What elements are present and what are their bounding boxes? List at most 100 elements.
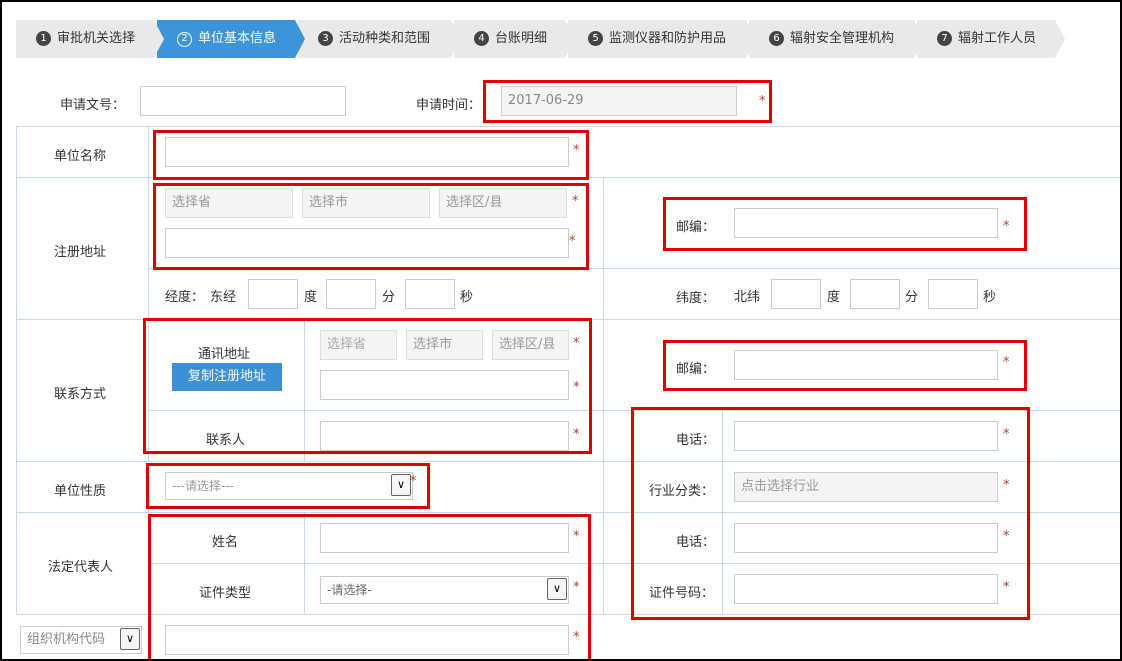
step-number-icon: 5 [588, 31, 603, 46]
reg-address-detail-input[interactable] [165, 228, 569, 258]
tab-step-7[interactable]: 7 辐射工作人员 [917, 20, 1065, 58]
required-mark: * [410, 474, 417, 489]
tab-label: 辐射工作人员 [958, 31, 1037, 46]
tab-step-1[interactable]: 1 审批机关选择 [16, 20, 164, 58]
tab-label: 审批机关选择 [57, 31, 136, 46]
tab-step-3[interactable]: 3 活动种类和范围 [298, 20, 461, 58]
legal-phone-label: 电话： [676, 535, 716, 550]
industry-label: 行业分类： [649, 484, 715, 499]
chevron-down-icon: ∨ [120, 628, 140, 650]
second-unit: 秒 [460, 290, 474, 305]
industry-input[interactable]: 点击选择行业 [734, 472, 998, 502]
mail-city-select[interactable]: 选择市 [406, 330, 483, 360]
required-mark: * [1003, 427, 1010, 442]
grid-line [16, 461, 1120, 462]
required-mark: * [573, 336, 580, 351]
mail-postcode-label: 邮编： [676, 362, 716, 377]
unit-nature-select[interactable]: ---请选择--- ∨ [165, 472, 413, 500]
tab-label: 单位基本信息 [198, 31, 277, 46]
apply-time-input[interactable]: 2017-06-29 [501, 86, 737, 116]
latitude-second-input[interactable] [928, 279, 978, 309]
required-mark: * [569, 234, 576, 249]
minute-unit: 分 [382, 290, 396, 305]
legal-rep-label: 法定代表人 [48, 560, 114, 575]
grid-line [16, 126, 17, 614]
latitude-minute-input[interactable] [850, 279, 900, 309]
contact-person-input[interactable] [320, 421, 569, 451]
id-no-label: 证件号码： [649, 586, 715, 601]
grid-line [148, 268, 1120, 269]
tab-step-6[interactable]: 6 辐射安全管理机构 [749, 20, 924, 58]
degree-unit: 度 [304, 290, 318, 305]
required-mark: * [573, 143, 580, 158]
contact-person-label: 联系人 [206, 433, 246, 448]
legal-name-input[interactable] [320, 523, 569, 553]
required-mark: * [1003, 529, 1010, 544]
reg-postcode-input[interactable] [734, 208, 998, 238]
required-mark: * [573, 580, 580, 595]
longitude-degree-input[interactable] [248, 279, 298, 309]
required-mark: * [573, 529, 580, 544]
step-number-icon: 3 [318, 31, 333, 46]
copy-reg-address-button[interactable]: 复制注册地址 [172, 363, 282, 391]
doc-no-label: 申请文号： [60, 98, 126, 113]
legal-phone-input[interactable] [734, 523, 998, 553]
contact-phone-label: 电话： [676, 433, 716, 448]
step-number-icon: 1 [36, 31, 51, 46]
id-type-label: 证件类型 [199, 586, 252, 601]
id-no-input[interactable] [734, 574, 998, 604]
unit-name-input[interactable] [165, 137, 569, 167]
required-mark: * [759, 94, 766, 109]
grid-line [603, 177, 604, 614]
org-code-type-select[interactable]: 组织机构代码 ∨ [20, 626, 142, 654]
longitude-minute-input[interactable] [326, 279, 376, 309]
id-type-select[interactable]: -请选择- ∨ [320, 576, 569, 604]
org-code-type-value: 组织机构代码 [27, 632, 106, 647]
chevron-down-icon: ∨ [547, 578, 567, 600]
step-number-icon: 6 [769, 31, 784, 46]
required-mark: * [572, 194, 579, 209]
required-mark: * [1003, 580, 1010, 595]
longitude-direction: 东经 [210, 290, 237, 305]
apply-time-label: 申请时间： [416, 98, 482, 113]
grid-line [16, 614, 1120, 615]
reg-postcode-label: 邮编： [676, 220, 716, 235]
mail-province-select[interactable]: 选择省 [320, 330, 397, 360]
contact-phone-input[interactable] [734, 421, 998, 451]
chevron-down-icon: ∨ [391, 474, 411, 496]
longitude-second-input[interactable] [405, 279, 455, 309]
required-mark: * [573, 630, 580, 645]
required-mark: * [573, 427, 580, 442]
required-mark: * [1003, 355, 1010, 370]
minute-unit: 分 [905, 290, 919, 305]
unit-nature-label: 单位性质 [54, 484, 107, 499]
reg-district-select[interactable]: 选择区/县 [439, 188, 567, 218]
grid-line [722, 410, 723, 614]
unit-nature-value: ---请选择--- [172, 479, 234, 493]
latitude-label: 纬度： [676, 291, 716, 306]
contact-section-label: 联系方式 [54, 387, 107, 402]
grid-line [148, 126, 149, 614]
grid-line [16, 319, 1120, 320]
reg-province-select[interactable]: 选择省 [165, 188, 293, 218]
grid-line [304, 512, 305, 614]
tab-label: 活动种类和范围 [339, 31, 431, 46]
tab-step-2[interactable]: 2 单位基本信息 [157, 20, 305, 58]
grid-line [16, 177, 1120, 178]
latitude-direction: 北纬 [734, 290, 761, 305]
tab-label: 台账明细 [495, 31, 548, 46]
unit-name-label: 单位名称 [54, 149, 107, 164]
tab-step-4[interactable]: 4 台账明细 [454, 20, 575, 58]
org-code-input[interactable] [165, 625, 569, 655]
required-mark: * [573, 380, 580, 395]
legal-name-label: 姓名 [212, 535, 239, 550]
tab-step-5[interactable]: 5 监测仪器和防护用品 [568, 20, 756, 58]
tab-label: 辐射安全管理机构 [790, 31, 895, 46]
reg-city-select[interactable]: 选择市 [302, 188, 430, 218]
required-mark: * [1003, 478, 1010, 493]
mail-district-select[interactable]: 选择区/县 [492, 330, 569, 360]
mail-postcode-input[interactable] [734, 350, 998, 380]
latitude-degree-input[interactable] [771, 279, 821, 309]
mail-address-detail-input[interactable] [320, 370, 569, 400]
doc-no-input[interactable] [140, 86, 346, 116]
